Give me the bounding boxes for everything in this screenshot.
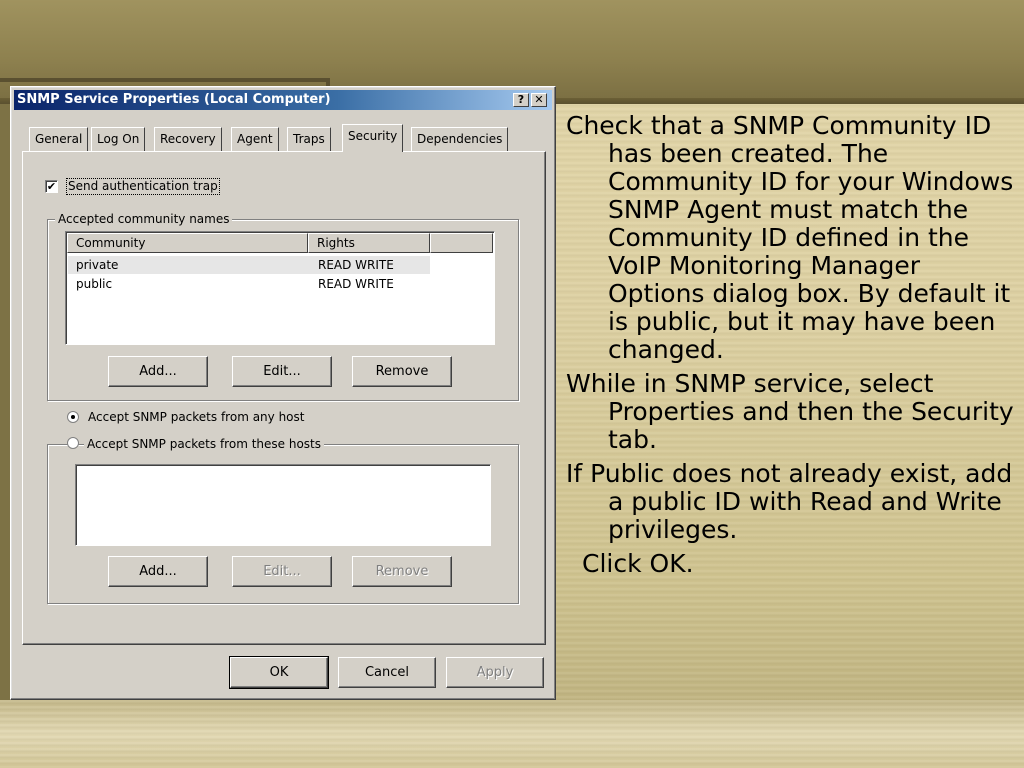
cancel-button[interactable]: Cancel bbox=[338, 657, 436, 688]
hosts-list[interactable] bbox=[75, 464, 491, 546]
table-row[interactable]: private READ WRITE bbox=[68, 256, 430, 274]
column-header-rights[interactable]: Rights bbox=[308, 233, 430, 253]
tab-recovery[interactable]: Recovery bbox=[154, 127, 222, 151]
slide-bullet-list: Check that a SNMP Community ID has been … bbox=[566, 112, 1016, 584]
accept-any-host-label[interactable]: Accept SNMP packets from any host bbox=[88, 409, 304, 425]
dialog-titlebar[interactable]: SNMP Service Properties (Local Computer)… bbox=[14, 90, 552, 110]
tab-traps[interactable]: Traps bbox=[287, 127, 331, 151]
tab-dependencies[interactable]: Dependencies bbox=[411, 127, 509, 151]
bullet-item: While in SNMP service, select Properties… bbox=[566, 369, 1014, 454]
radio-dot bbox=[71, 415, 75, 419]
rights-cell: READ WRITE bbox=[318, 277, 394, 291]
column-header-community[interactable]: Community bbox=[67, 233, 308, 253]
community-edit-button[interactable]: Edit... bbox=[232, 356, 332, 387]
bullet-item: Click OK. bbox=[582, 549, 694, 578]
send-auth-trap-checkbox[interactable]: ✔ bbox=[45, 180, 58, 193]
bullet-item: If Public does not already exist, add a … bbox=[566, 459, 1013, 544]
accept-these-hosts-label[interactable]: Accept SNMP packets from these hosts bbox=[84, 437, 324, 451]
ok-button[interactable]: OK bbox=[229, 656, 329, 689]
table-row[interactable]: public READ WRITE bbox=[68, 275, 430, 293]
security-tab-panel: ✔ Send authentication trap Accepted comm… bbox=[22, 151, 546, 645]
community-add-button[interactable]: Add... bbox=[108, 356, 208, 387]
apply-button[interactable]: Apply bbox=[446, 657, 544, 688]
dialog-title: SNMP Service Properties (Local Computer) bbox=[17, 92, 331, 107]
rights-cell: READ WRITE bbox=[318, 258, 394, 272]
accept-any-host-radio[interactable] bbox=[67, 411, 79, 423]
hosts-remove-button[interactable]: Remove bbox=[352, 556, 452, 587]
help-button[interactable]: ? bbox=[513, 93, 529, 107]
community-groupbox-label: Accepted community names bbox=[55, 212, 233, 226]
slide-left-strip bbox=[0, 104, 10, 714]
community-cell: private bbox=[76, 258, 119, 272]
send-auth-trap-label[interactable]: Send authentication trap bbox=[66, 178, 220, 195]
tab-security[interactable]: Security bbox=[342, 124, 404, 152]
tab-log-on[interactable]: Log On bbox=[91, 127, 146, 151]
slide-bottom-band bbox=[0, 700, 1024, 768]
tab-general[interactable]: General bbox=[29, 127, 89, 151]
snmp-properties-dialog: SNMP Service Properties (Local Computer)… bbox=[10, 86, 556, 700]
close-icon: ✕ bbox=[534, 93, 544, 106]
hosts-add-button[interactable]: Add... bbox=[108, 556, 208, 587]
community-list[interactable]: Community Rights private READ WRITE publ… bbox=[65, 231, 495, 345]
community-remove-button[interactable]: Remove bbox=[352, 356, 452, 387]
bullet-item: Check that a SNMP Community ID has been … bbox=[566, 111, 1014, 364]
community-cell: public bbox=[76, 277, 113, 291]
hosts-edit-button[interactable]: Edit... bbox=[232, 556, 332, 587]
close-button[interactable]: ✕ bbox=[531, 93, 547, 107]
tab-agent[interactable]: Agent bbox=[231, 127, 279, 151]
accept-these-hosts-radio[interactable] bbox=[67, 437, 79, 449]
column-header-spacer bbox=[430, 233, 493, 253]
checkmark-icon: ✔ bbox=[46, 180, 57, 193]
